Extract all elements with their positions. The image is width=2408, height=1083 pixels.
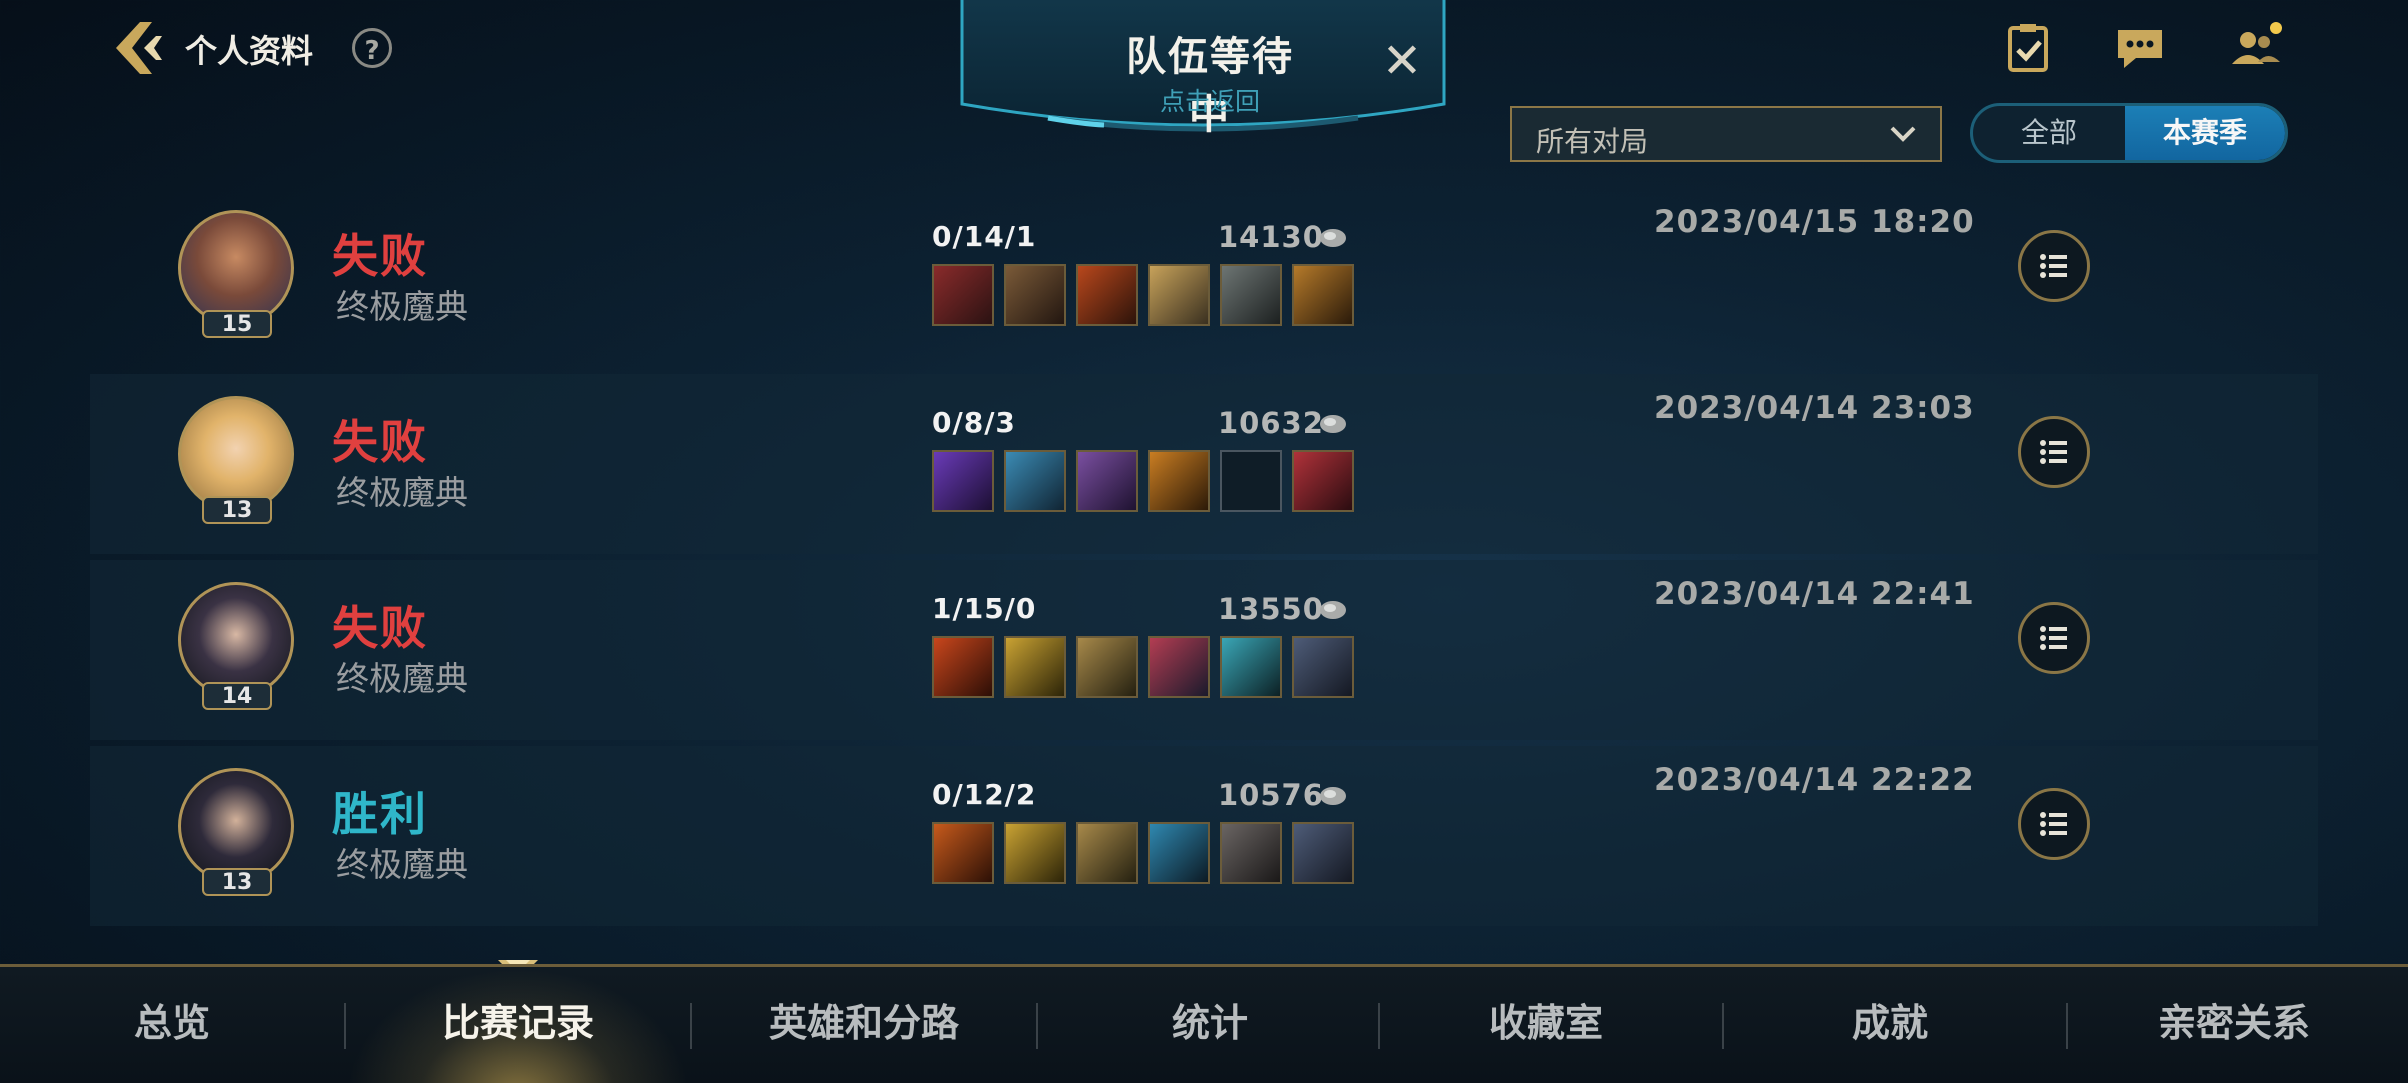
match-datetime: 2023/04/14 23:03 [1654, 390, 1975, 426]
match-result: 失败 [332, 229, 428, 283]
champion-avatar [178, 582, 294, 698]
item-slot[interactable] [1220, 636, 1282, 698]
season-toggle[interactable]: 全部 本赛季 [1970, 103, 2288, 163]
list-icon [2040, 626, 2067, 650]
gold-earned: 10632 [1218, 406, 1324, 440]
help-button[interactable]: ? [352, 28, 392, 68]
toggle-all[interactable]: 全部 [1973, 106, 2125, 160]
filter-selected-value: 所有对局 [1536, 125, 1649, 158]
item-slot[interactable] [932, 450, 994, 512]
match-detail-button[interactable] [2018, 416, 2090, 488]
match-list: 15 失败 终极魔典 0/14/1 14130 2023/04/15 18:20… [0, 188, 2408, 928]
champion-avatar [178, 768, 294, 884]
item-slot[interactable] [932, 822, 994, 884]
gold-earned: 10576 [1218, 778, 1324, 812]
item-slot[interactable] [1148, 450, 1210, 512]
item-slot[interactable] [932, 264, 994, 326]
tab-collection[interactable]: 收藏室 [1374, 967, 1718, 1083]
chat-icon[interactable] [2112, 22, 2168, 74]
item-slot[interactable] [1076, 822, 1138, 884]
item-slot[interactable] [1004, 450, 1066, 512]
item-slot[interactable] [1148, 264, 1210, 326]
tab-champions-roles[interactable]: 英雄和分路 [692, 967, 1036, 1083]
match-datetime: 2023/04/15 18:20 [1654, 204, 1975, 240]
item-slot[interactable] [1220, 264, 1282, 326]
item-slot[interactable] [1004, 264, 1066, 326]
bottom-nav: 总览 比赛记录 英雄和分路 统计 收藏室 成就 亲密关系 [0, 964, 2408, 1083]
item-slot[interactable] [1220, 822, 1282, 884]
champion-level: 15 [202, 310, 272, 338]
match-detail-button[interactable] [2018, 230, 2090, 302]
tab-overview[interactable]: 总览 [0, 967, 344, 1083]
match-datetime: 2023/04/14 22:22 [1654, 762, 1975, 798]
kda: 0/14/1 [932, 220, 1037, 253]
tab-match-history[interactable]: 比赛记录 [346, 967, 690, 1083]
tab-achievements[interactable]: 成就 [1718, 967, 2062, 1083]
tab-relationships[interactable]: 亲密关系 [2062, 967, 2406, 1083]
item-slot[interactable] [1004, 822, 1066, 884]
game-mode: 终极魔典 [336, 659, 468, 698]
match-row[interactable]: 13 胜利 终极魔典 0/12/2 10576 2023/04/14 22:22 [90, 746, 2318, 926]
match-row[interactable]: 14 失败 终极魔典 1/15/0 13550 2023/04/14 22:41 [90, 560, 2318, 740]
kda: 0/8/3 [932, 406, 1016, 439]
gold-icon [1320, 229, 1346, 247]
gold-icon [1320, 787, 1346, 805]
gold-earned: 13550 [1218, 592, 1324, 626]
item-slot[interactable] [1292, 450, 1354, 512]
toggle-this-season[interactable]: 本赛季 [2125, 106, 2285, 160]
page-title: 个人资料 [185, 32, 314, 70]
kda: 0/12/2 [932, 778, 1037, 811]
match-result: 失败 [332, 415, 428, 469]
match-detail-button[interactable] [2018, 602, 2090, 674]
match-filter-dropdown[interactable]: 所有对局 [1510, 106, 1942, 162]
champion-level: 13 [202, 868, 272, 896]
close-icon[interactable]: ✕ [1380, 37, 1424, 85]
match-detail-button[interactable] [2018, 788, 2090, 860]
item-slot[interactable] [1292, 636, 1354, 698]
list-icon [2040, 254, 2067, 278]
match-result: 失败 [332, 601, 428, 655]
gold-icon [1320, 415, 1346, 433]
friends-icon[interactable] [2228, 22, 2284, 74]
champion-level: 14 [202, 682, 272, 710]
item-slot[interactable] [1004, 636, 1066, 698]
item-slot[interactable] [1148, 822, 1210, 884]
tasks-icon[interactable] [2000, 22, 2056, 74]
champion-level: 13 [202, 496, 272, 524]
match-datetime: 2023/04/14 22:41 [1654, 576, 1975, 612]
match-row[interactable]: 13 失败 终极魔典 0/8/3 10632 2023/04/14 23:03 [90, 374, 2318, 554]
item-slot[interactable] [1292, 264, 1354, 326]
champion-avatar [178, 210, 294, 326]
item-slot-empty [1220, 450, 1282, 512]
kda: 1/15/0 [932, 592, 1037, 625]
item-slot[interactable] [1076, 636, 1138, 698]
match-row[interactable]: 15 失败 终极魔典 0/14/1 14130 2023/04/15 18:20 [90, 188, 2318, 368]
item-slot[interactable] [1148, 636, 1210, 698]
back-button[interactable] [110, 18, 170, 78]
tab-stats[interactable]: 统计 [1038, 967, 1382, 1083]
item-slot[interactable] [1076, 264, 1138, 326]
game-mode: 终极魔典 [336, 845, 468, 884]
item-slot[interactable] [1076, 450, 1138, 512]
gold-icon [1320, 601, 1346, 619]
game-mode: 终极魔典 [336, 473, 468, 512]
match-result: 胜利 [332, 787, 428, 841]
list-icon [2040, 812, 2067, 836]
chevron-down-icon [1890, 126, 1916, 142]
queue-return-link[interactable]: 点击返回 [1110, 82, 1310, 118]
game-mode: 终极魔典 [336, 287, 468, 326]
list-icon [2040, 440, 2067, 464]
item-slot[interactable] [1292, 822, 1354, 884]
back-arrow-icon [116, 22, 162, 74]
gold-earned: 14130 [1218, 220, 1324, 254]
champion-avatar [178, 396, 294, 512]
item-slot[interactable] [932, 636, 994, 698]
